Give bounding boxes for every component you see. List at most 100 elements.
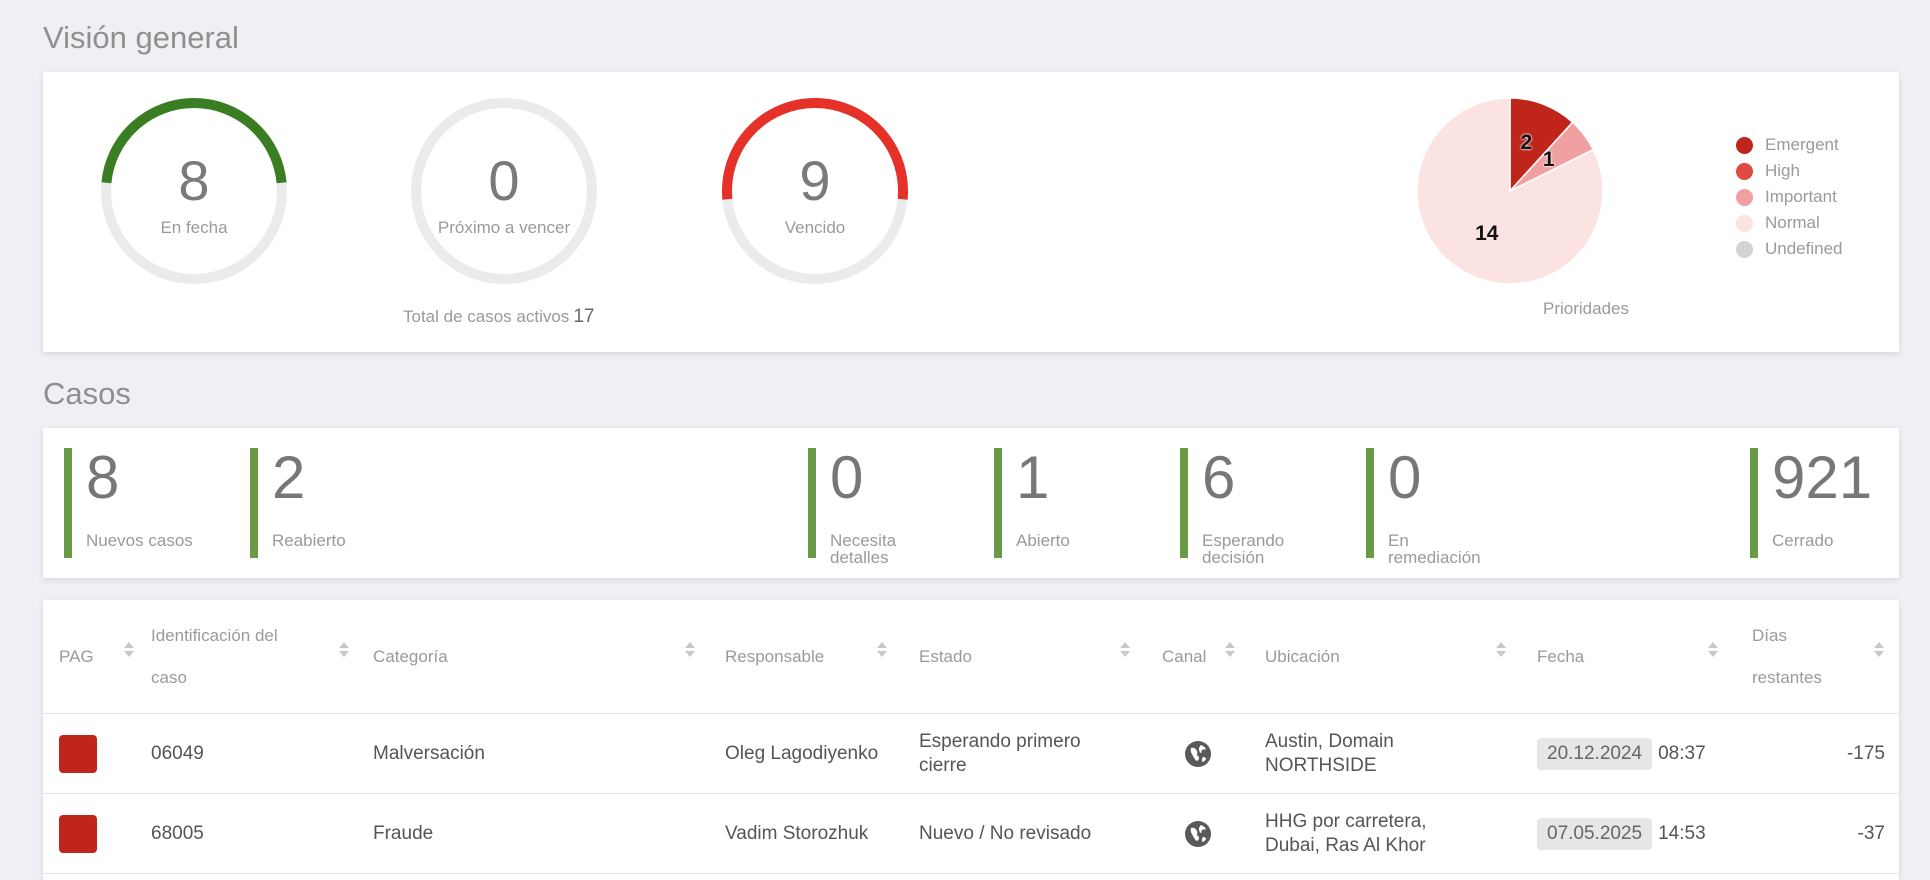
- counter-label: Reabierto: [272, 531, 346, 550]
- sort-icon: [1496, 642, 1506, 660]
- table-row[interactable]: 06049 Malversación Oleg Lagodiyenko Espe…: [43, 714, 1899, 794]
- owner: Vadim Storozhuk: [725, 823, 869, 844]
- gauge-on-time[interactable]: 8 En fecha: [99, 96, 289, 286]
- sort-icon: [339, 642, 349, 660]
- legend-item-undefined[interactable]: Undefined: [1736, 236, 1843, 262]
- counter-label: Nuevos casos: [86, 531, 193, 550]
- column-header-label: Fecha: [1537, 646, 1585, 666]
- gauge-label: Próximo a vencer: [437, 218, 571, 237]
- legend-item-emergent[interactable]: Emergent: [1736, 132, 1843, 158]
- column-header-label: Canal: [1162, 646, 1207, 666]
- priority-square: [59, 735, 97, 773]
- gauge-label: Vencido: [784, 218, 846, 237]
- legend-label: High: [1765, 161, 1800, 180]
- counter-closed[interactable]: 921 Cerrado: [1750, 448, 1880, 558]
- time: 08:37: [1658, 743, 1706, 764]
- column-header-date[interactable]: Fecha: [1537, 600, 1727, 713]
- category: Fraude: [373, 823, 434, 844]
- sort-icon: [1874, 642, 1884, 660]
- cases-card: 8 Nuevos casos 2 Reabierto 0 Necesita de…: [43, 428, 1899, 578]
- globe-icon: [1185, 741, 1211, 767]
- days-left: -37: [1857, 823, 1885, 844]
- category: Malversación: [373, 743, 485, 764]
- status: Nuevo / No revisado: [919, 823, 1092, 844]
- counter-label: Necesita detalles: [830, 531, 897, 567]
- gauge-overdue[interactable]: 9 Vencido: [720, 96, 910, 286]
- column-header-label: Categoría: [373, 646, 448, 666]
- time: 14:53: [1658, 823, 1706, 844]
- total-active-label: Total de casos activos: [403, 307, 570, 326]
- owner: Oleg Lagodiyenko: [725, 743, 879, 764]
- counter-label: En remediación: [1388, 531, 1481, 567]
- pie-data-label: 14: [1475, 222, 1499, 246]
- column-header-channel[interactable]: Canal: [1162, 600, 1252, 713]
- legend-label: Important: [1765, 187, 1837, 206]
- legend-label: Undefined: [1765, 239, 1843, 258]
- sort-icon: [124, 642, 134, 660]
- legend-swatch: [1736, 188, 1753, 206]
- gauge-value: 9: [799, 149, 831, 212]
- column-header-pag[interactable]: PAG: [59, 600, 139, 713]
- sort-icon: [877, 642, 887, 660]
- counter-in-remediation[interactable]: 0 En remediación: [1366, 444, 1536, 566]
- legend-item-high[interactable]: High: [1736, 158, 1843, 184]
- column-header-label: Días restantes: [1752, 625, 1822, 687]
- priorities-pie[interactable]: 2 1 14: [1415, 96, 1605, 286]
- pie-legend: Emergent High Important Normal Undefined: [1736, 132, 1843, 262]
- column-header-status[interactable]: Estado: [919, 600, 1139, 713]
- counter-value: 0: [830, 444, 864, 511]
- column-header-case-id[interactable]: Identificación del caso: [151, 600, 351, 713]
- days-left: -175: [1846, 743, 1885, 764]
- gauge-due-soon[interactable]: 0 Próximo a vencer: [409, 96, 599, 286]
- pie-data-label: 1: [1542, 148, 1555, 172]
- sort-icon: [1120, 642, 1130, 660]
- counter-value: 8: [86, 444, 120, 511]
- status: Esperando primero cierre: [919, 731, 1081, 776]
- legend-item-important[interactable]: Important: [1736, 184, 1843, 210]
- counter-value: 0: [1388, 444, 1422, 511]
- gauge-label: En fecha: [160, 218, 228, 237]
- priority-square: [59, 815, 97, 853]
- sort-icon: [1225, 642, 1235, 660]
- counter-reopened[interactable]: 2 Reabierto: [250, 448, 420, 558]
- location: HHG por carretera, Dubai, Ras Al Khor: [1265, 811, 1427, 856]
- counter-value: 2: [272, 444, 306, 511]
- case-id: 06049: [151, 743, 204, 764]
- counter-value: 1: [1016, 444, 1050, 511]
- legend-label: Normal: [1765, 213, 1820, 232]
- table-row[interactable]: 68005 Fraude Vadim Storozhuk Nuevo / No …: [43, 794, 1899, 874]
- column-header-days-left[interactable]: Días restantes: [1752, 600, 1892, 713]
- legend-swatch: [1736, 214, 1753, 232]
- counter-value: 6: [1202, 444, 1236, 511]
- total-active-value: 17: [573, 306, 595, 327]
- counter-label: Cerrado: [1772, 531, 1834, 550]
- sort-icon: [1708, 642, 1718, 660]
- counter-new-cases[interactable]: 8 Nuevos casos: [64, 448, 234, 558]
- legend-label: Emergent: [1765, 135, 1839, 154]
- gauge-value: 8: [178, 149, 210, 212]
- column-header-label: PAG: [59, 646, 94, 666]
- counter-awaiting-decision[interactable]: 6 Esperando decisión: [1180, 444, 1350, 566]
- counter-value: 921: [1772, 444, 1873, 511]
- case-id: 68005: [151, 823, 204, 844]
- counter-label: Abierto: [1016, 531, 1070, 550]
- gauge-value: 0: [488, 149, 520, 212]
- overview-card: 8 En fecha 0 Próximo a vencer 9 Vencido …: [43, 72, 1899, 352]
- column-header-label: Identificación del caso: [151, 625, 278, 687]
- overview-title: Visión general: [43, 20, 239, 55]
- column-header-location[interactable]: Ubicación: [1265, 600, 1515, 713]
- column-header-label: Estado: [919, 646, 972, 666]
- pie-caption: Prioridades: [1543, 299, 1629, 318]
- counter-open[interactable]: 1 Abierto: [994, 448, 1164, 558]
- cases-title: Casos: [43, 376, 131, 411]
- counter-needs-details[interactable]: 0 Necesita detalles: [808, 444, 978, 566]
- column-header-label: Ubicación: [1265, 646, 1340, 666]
- total-active-cases: Total de casos activos 17: [403, 306, 594, 328]
- legend-swatch: [1736, 240, 1753, 258]
- counter-label: Esperando decisión: [1202, 531, 1285, 567]
- column-header-label: Responsable: [725, 646, 825, 666]
- legend-item-normal[interactable]: Normal: [1736, 210, 1843, 236]
- column-header-category[interactable]: Categoría: [373, 600, 703, 713]
- cases-table: PAG Identificación del caso Categoría Re…: [43, 600, 1899, 880]
- column-header-owner[interactable]: Responsable: [725, 600, 905, 713]
